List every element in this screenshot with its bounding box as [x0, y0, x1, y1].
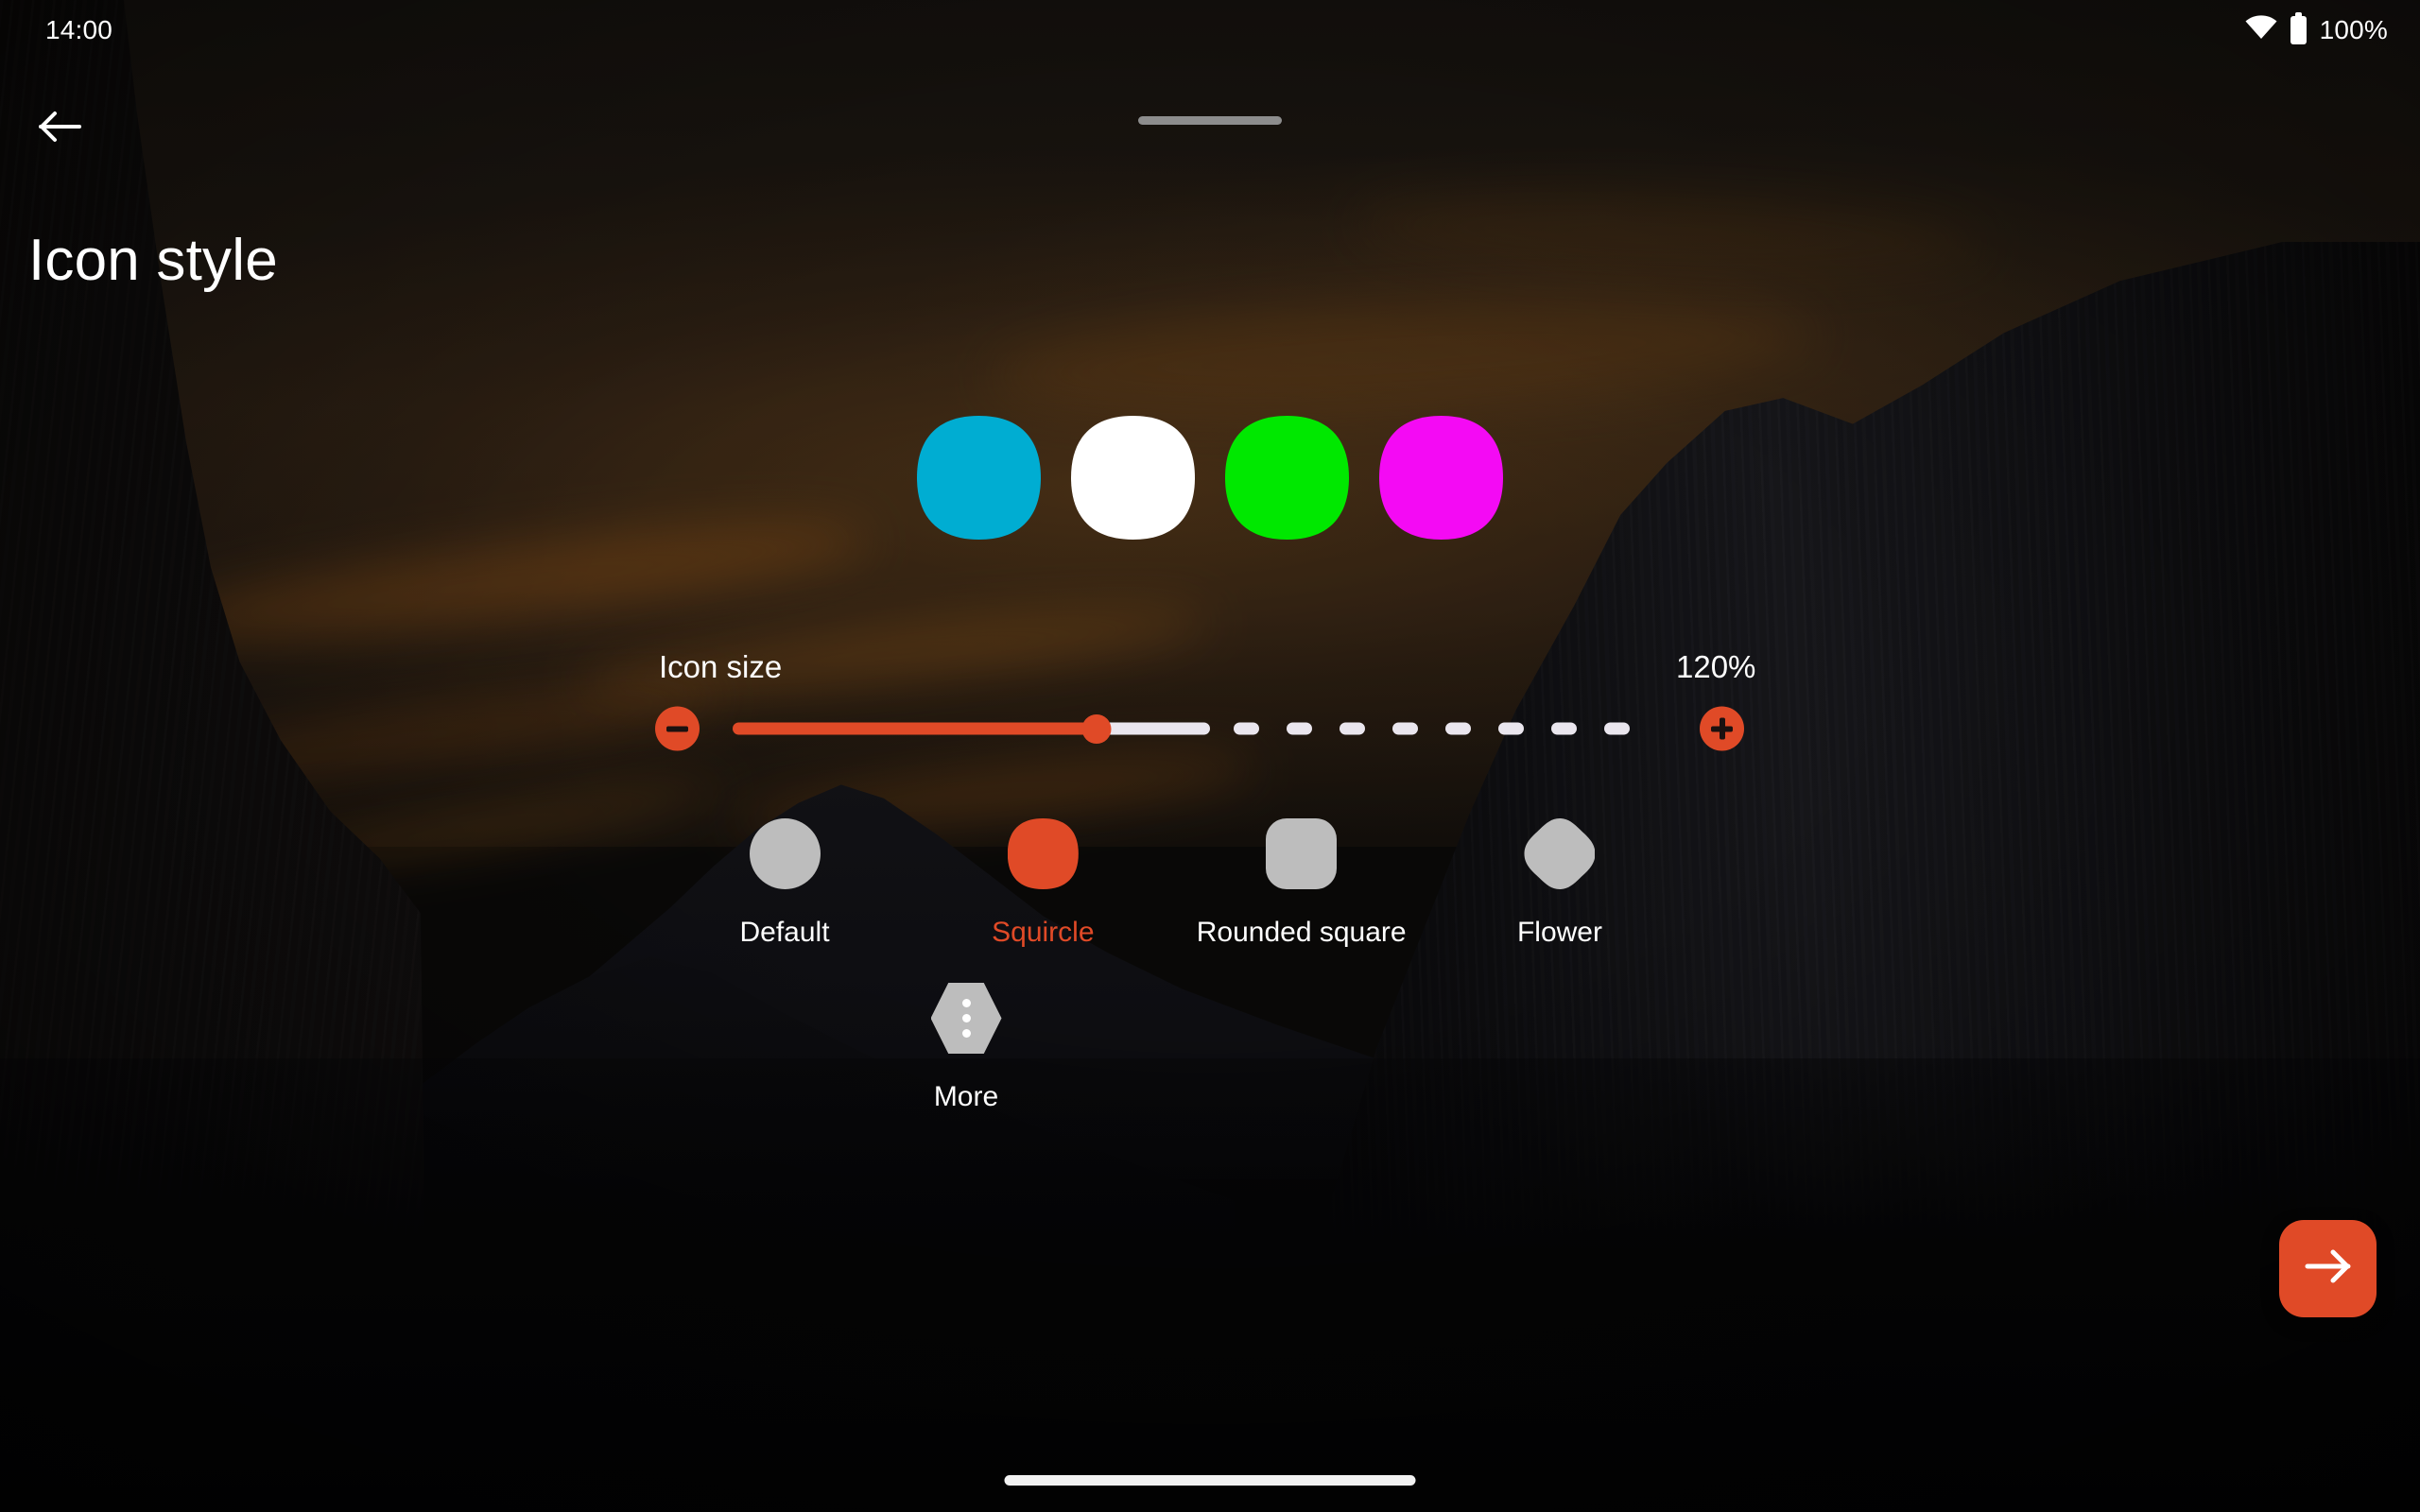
shape-option-rounded-square[interactable]: Rounded square: [1196, 818, 1407, 949]
shape-option-squircle[interactable]: Squircle: [939, 818, 1147, 949]
minus-icon: [666, 718, 688, 740]
overflow-dots-icon: [961, 1029, 971, 1038]
drag-handle[interactable]: [1138, 116, 1282, 125]
wifi-icon: [2245, 14, 2277, 46]
icon-preview-row: [917, 416, 1503, 540]
next-fab-button[interactable]: [2279, 1220, 2377, 1317]
slider-tick: [1498, 722, 1524, 735]
slider-fill: [733, 722, 1097, 735]
shape-option-flower[interactable]: Flower: [1456, 818, 1664, 949]
shape-option-more[interactable]: More: [862, 983, 1070, 1113]
icon-size-label: Icon size: [659, 649, 783, 684]
icon-shape-options-overflow: More: [681, 983, 1664, 1113]
icon-shape-options: Default Squircle Rounded square Flower: [681, 818, 1664, 949]
squircle-shape-icon: [1008, 818, 1079, 889]
slider-tick: [1604, 722, 1630, 735]
rounded-square-shape-icon: [1266, 818, 1338, 889]
flower-shape-icon: [1524, 818, 1595, 889]
shape-option-default[interactable]: Default: [681, 818, 889, 949]
arrow-left-icon: [39, 109, 82, 149]
status-bar: 14:00 100%: [0, 0, 2420, 60]
plus-icon: [1711, 717, 1733, 740]
battery-percent-label: 100%: [2319, 15, 2388, 44]
wallpaper-background: [0, 0, 2420, 1512]
preview-swatch-magenta: [1379, 416, 1503, 540]
preview-swatch-cyan: [917, 416, 1041, 540]
gesture-home-bar[interactable]: [1004, 1475, 1416, 1486]
slider-tick: [1445, 722, 1471, 735]
slider-thumb[interactable]: [1081, 713, 1112, 744]
circle-shape-icon: [749, 818, 821, 889]
overflow-dots-icon: [961, 999, 971, 1007]
slider-tick: [1340, 722, 1365, 735]
page-title: Icon style: [28, 228, 278, 293]
hexagon-shape-icon: [930, 983, 1002, 1054]
increase-icon-size-button[interactable]: [1700, 706, 1744, 751]
battery-full-icon: [2290, 12, 2307, 44]
slider-tick: [1287, 722, 1312, 735]
decrease-icon-size-button[interactable]: [655, 706, 700, 751]
preview-swatch-green: [1225, 416, 1349, 540]
preview-swatch-white: [1071, 416, 1195, 540]
icon-size-slider-row: [0, 703, 2420, 754]
shape-option-label: Default: [739, 917, 830, 948]
wallpaper-scrim: [0, 0, 2420, 1512]
slider-tick: [1551, 722, 1577, 735]
slider-remaining-segment: [1097, 722, 1210, 735]
shape-option-label: Flower: [1516, 917, 1602, 948]
shape-option-label: Squircle: [992, 917, 1095, 948]
status-bar-right-cluster: 100%: [2245, 12, 2388, 46]
overflow-dots-icon: [961, 1014, 971, 1022]
slider-tick: [1392, 722, 1418, 735]
arrow-right-icon: [2304, 1246, 2353, 1291]
shape-option-label: More: [933, 1081, 999, 1112]
shape-option-label: Rounded square: [1196, 917, 1407, 948]
status-bar-clock: 14:00: [45, 15, 113, 44]
back-button[interactable]: [26, 94, 95, 163]
icon-size-value: 120%: [1676, 649, 1756, 684]
slider-tick: [1234, 722, 1259, 735]
icon-size-slider[interactable]: [733, 713, 1635, 744]
